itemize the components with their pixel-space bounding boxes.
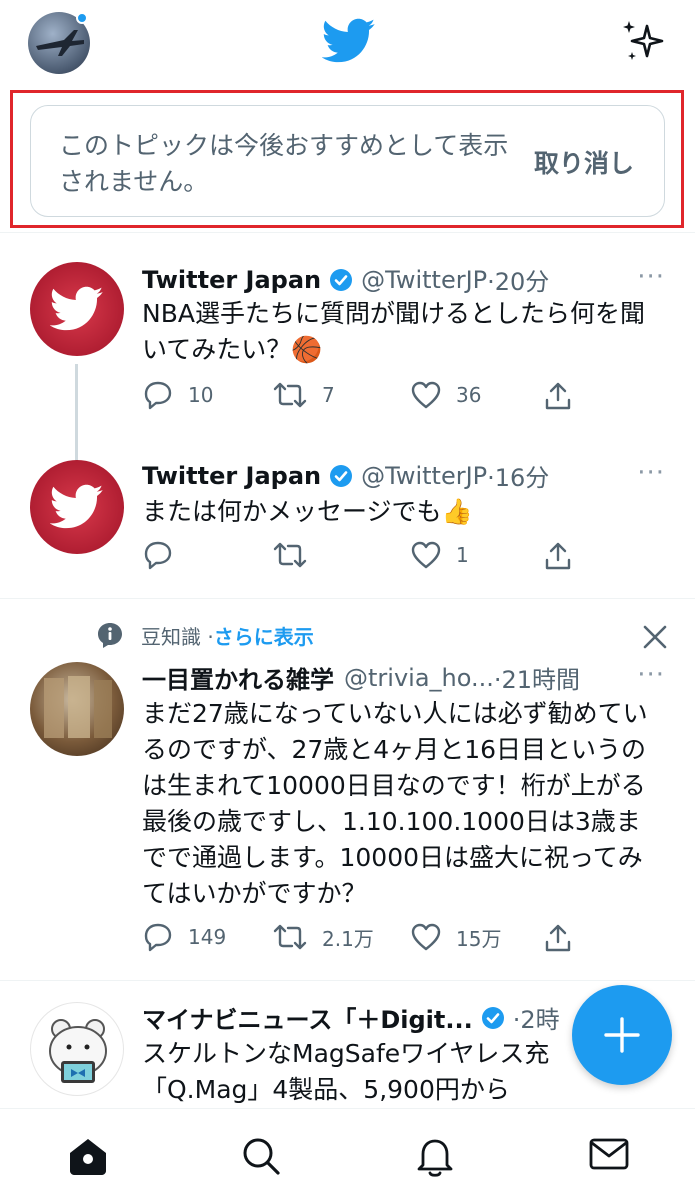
reply-icon bbox=[144, 381, 172, 410]
airplane-photo bbox=[36, 30, 84, 56]
topic-context: 豆知識 · さらに表示 bbox=[95, 620, 314, 650]
tweet-author-name[interactable]: マイナビニュース「＋Digit... bbox=[142, 1000, 473, 1035]
like-button[interactable]: 15万 bbox=[410, 922, 501, 952]
tweet-actions: 149 2.1万 15万 bbox=[142, 922, 582, 958]
retweet-icon bbox=[273, 924, 307, 950]
mail-icon bbox=[589, 1138, 629, 1170]
like-button[interactable]: 36 bbox=[410, 380, 481, 410]
reply-button[interactable]: 10 bbox=[142, 380, 213, 410]
tweet-avatar[interactable] bbox=[30, 460, 124, 554]
search-icon bbox=[243, 1138, 280, 1175]
reply-button[interactable] bbox=[142, 540, 188, 570]
tweet-avatar[interactable] bbox=[30, 662, 124, 756]
share-button[interactable] bbox=[542, 922, 588, 954]
top-bar bbox=[0, 0, 695, 88]
tweet-author-name[interactable]: 一目置かれる雑学 bbox=[142, 660, 334, 695]
nav-search[interactable] bbox=[240, 1135, 282, 1181]
tweet-text: NBA選手たちに質問が聞けるとしたら何を聞いてみたい？🏀 bbox=[142, 299, 645, 364]
undo-button[interactable]: 取り消し bbox=[534, 144, 634, 180]
verified-badge-icon bbox=[330, 268, 353, 291]
reply-icon bbox=[144, 541, 172, 570]
share-icon bbox=[545, 924, 571, 952]
retweet-count: 2.1万 bbox=[322, 926, 374, 951]
like-button[interactable]: 1 bbox=[410, 540, 469, 570]
verified-badge-icon bbox=[481, 1006, 504, 1029]
compose-tweet-button[interactable] bbox=[572, 985, 672, 1085]
notification-dot bbox=[76, 12, 88, 24]
share-icon bbox=[545, 382, 571, 410]
reply-count: 10 bbox=[188, 383, 214, 407]
retweet-button[interactable] bbox=[272, 540, 322, 570]
close-icon[interactable] bbox=[642, 624, 668, 650]
bell-icon bbox=[417, 1139, 453, 1177]
tweet-actions: 10 7 36 bbox=[142, 380, 582, 416]
like-count: 36 bbox=[456, 383, 482, 407]
tweet-header: 一目置かれる雑学 @trivia_ho... ·21時間 bbox=[142, 660, 580, 695]
retweet-count: 7 bbox=[322, 383, 335, 407]
show-more-link[interactable]: さらに表示 bbox=[214, 621, 314, 650]
retweet-icon bbox=[273, 542, 307, 568]
sparkle-icon[interactable] bbox=[620, 18, 666, 64]
share-icon bbox=[545, 542, 571, 570]
thread-connector bbox=[75, 364, 78, 462]
bear-mascot-icon bbox=[49, 1019, 107, 1083]
books-photo bbox=[44, 676, 112, 738]
more-options-icon[interactable]: ··· bbox=[637, 660, 665, 690]
home-icon bbox=[70, 1139, 106, 1175]
tweet-handle[interactable]: @TwitterJP bbox=[361, 462, 487, 490]
tweet-actions: 1 bbox=[142, 540, 582, 576]
heart-icon bbox=[411, 923, 441, 951]
tweet-text: または何かメッセージでも👍 bbox=[142, 497, 473, 526]
reply-icon bbox=[144, 923, 172, 952]
bottom-navigation bbox=[0, 1108, 695, 1200]
divider bbox=[0, 232, 695, 233]
tweet-header: Twitter Japan @TwitterJP ·20分 bbox=[142, 262, 549, 297]
retweet-button[interactable]: 7 bbox=[272, 380, 335, 410]
tweet-author-name[interactable]: Twitter Japan bbox=[142, 266, 321, 294]
nav-messages[interactable] bbox=[588, 1135, 630, 1177]
topic-undo-banner: このトピックは今後おすすめとして表示されません。 取り消し bbox=[30, 105, 665, 217]
tweet-time: ·21時間 bbox=[493, 666, 581, 694]
tweet-time: ·16分 bbox=[487, 464, 550, 492]
topic-bubble-icon bbox=[98, 623, 122, 648]
like-count: 15万 bbox=[456, 926, 502, 951]
like-count: 1 bbox=[456, 543, 469, 567]
reply-count: 149 bbox=[188, 925, 227, 949]
heart-icon bbox=[411, 541, 441, 569]
tweet-author-name[interactable]: Twitter Japan bbox=[142, 462, 321, 490]
retweet-button[interactable]: 2.1万 bbox=[272, 922, 374, 952]
twitter-bird-icon[interactable] bbox=[322, 18, 376, 64]
divider bbox=[0, 598, 695, 599]
tweet-header: Twitter Japan @TwitterJP ·16分 bbox=[142, 458, 549, 493]
tweet-header: マイナビニュース「＋Digit... ·2時 bbox=[142, 1000, 560, 1035]
divider bbox=[0, 980, 695, 981]
reply-button[interactable]: 149 bbox=[142, 922, 226, 952]
nav-home[interactable] bbox=[66, 1135, 110, 1181]
more-options-icon[interactable]: ··· bbox=[637, 262, 665, 292]
share-button[interactable] bbox=[542, 380, 588, 412]
more-options-icon[interactable]: ··· bbox=[637, 458, 665, 488]
twitter-bird-icon bbox=[50, 286, 104, 331]
tweet-text: まだ27歳になっていない人には必ず勧めているのですが、27歳と4ヶ月と16日目と… bbox=[142, 699, 648, 908]
twitter-bird-icon bbox=[50, 484, 104, 529]
plus-icon bbox=[604, 1017, 640, 1053]
share-button[interactable] bbox=[542, 540, 588, 572]
undo-message: このトピックは今後おすすめとして表示されません。 bbox=[59, 131, 509, 196]
verified-badge-icon bbox=[330, 464, 353, 487]
heart-icon bbox=[411, 381, 441, 409]
tweet-time: ·20分 bbox=[487, 268, 550, 296]
retweet-icon bbox=[273, 382, 307, 408]
tweet-avatar[interactable] bbox=[30, 262, 124, 356]
tweet-handle[interactable]: @TwitterJP bbox=[361, 266, 487, 294]
tweet-time: ·2時 bbox=[512, 1006, 560, 1034]
tweet-handle[interactable]: @trivia_ho... bbox=[344, 664, 494, 692]
topic-label: 豆知識 · bbox=[141, 624, 214, 649]
tweet-avatar[interactable] bbox=[30, 1002, 124, 1096]
nav-notifications[interactable] bbox=[414, 1135, 456, 1183]
